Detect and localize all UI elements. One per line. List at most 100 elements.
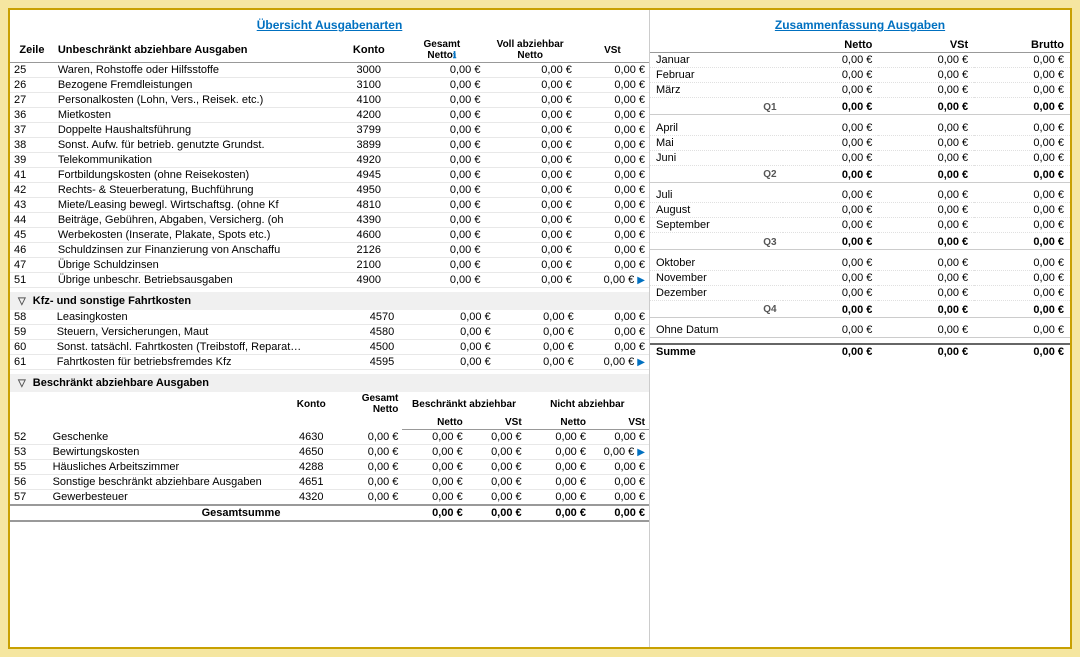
desc-cell: Fortbildungskosten (ohne Reisekosten) bbox=[54, 168, 339, 183]
month-brutto: 0,00 € bbox=[974, 188, 1070, 203]
month-brutto: 0,00 € bbox=[974, 121, 1070, 136]
desc-cell: Geschenke bbox=[49, 430, 285, 445]
g-netto-cell: 0,00 € bbox=[338, 490, 402, 506]
ohne-datum-row: Ohne Datum 0,00 € 0,00 € 0,00 € bbox=[650, 323, 1070, 338]
month-vst: 0,00 € bbox=[878, 270, 974, 285]
month-brutto: 0,00 € bbox=[974, 203, 1070, 218]
g-netto-cell: 0,00 € bbox=[399, 198, 484, 213]
konto-cell: 4651 bbox=[284, 475, 338, 490]
month-label: Mai bbox=[650, 135, 783, 150]
zeile-cell: 47 bbox=[10, 258, 54, 273]
kfz-collapse-icon[interactable]: ▽ bbox=[18, 296, 26, 307]
month-brutto: 0,00 € bbox=[974, 270, 1070, 285]
summe-vst: 0,00 € bbox=[878, 344, 974, 359]
month-vst: 0,00 € bbox=[878, 121, 974, 136]
month-row-Mai: Mai 0,00 € 0,00 € 0,00 € bbox=[650, 135, 1070, 150]
g-netto-cell: 0,00 € bbox=[412, 355, 495, 370]
desc-cell: Mietkosten bbox=[54, 108, 339, 123]
kfz-row-3: 61 Fahrtkosten für betriebsfremdes Kfz 4… bbox=[10, 355, 649, 370]
zeile-cell: 61 bbox=[10, 355, 53, 370]
month-label: Januar bbox=[650, 53, 783, 68]
v-vst-cell: 0,00 € bbox=[576, 213, 649, 228]
col-voll-vst-header: VSt bbox=[576, 38, 649, 63]
desc-cell: Personalkosten (Lohn, Vers., Reisek. etc… bbox=[54, 93, 339, 108]
v-netto-cell: 0,00 € bbox=[484, 258, 575, 273]
beschr-collapse-icon[interactable]: ▽ bbox=[18, 378, 26, 389]
gesamtsumme-val2: 0,00 € bbox=[467, 505, 526, 521]
month-netto: 0,00 € bbox=[783, 135, 879, 150]
desc-cell: Leasingkosten bbox=[53, 310, 353, 325]
konto-cell: 4100 bbox=[338, 93, 399, 108]
konto-cell: 3799 bbox=[338, 123, 399, 138]
desc-cell: Gewerbesteuer bbox=[49, 490, 285, 506]
main-row-1: 26 Bezogene Fremdleistungen 3100 0,00 € … bbox=[10, 78, 649, 93]
quarter-row-Q2: Q2 0,00 € 0,00 € 0,00 € bbox=[650, 168, 1070, 183]
b-netto-cell: 0,00 € bbox=[402, 430, 466, 445]
month-brutto: 0,00 € bbox=[974, 256, 1070, 271]
konto-cell: 4500 bbox=[352, 340, 411, 355]
g-netto-cell: 0,00 € bbox=[412, 340, 495, 355]
zeile-cell: 60 bbox=[10, 340, 53, 355]
col-zeile-header: Zeile bbox=[10, 38, 54, 63]
summe-label: Summe bbox=[650, 344, 783, 359]
b-netto-cell: 0,00 € bbox=[402, 490, 466, 506]
zeile-cell: 38 bbox=[10, 138, 54, 153]
right-header-row: Netto VSt Brutto bbox=[650, 38, 1070, 53]
desc-cell: Beiträge, Gebühren, Abgaben, Versicherg.… bbox=[54, 213, 339, 228]
zeile-cell: 36 bbox=[10, 108, 54, 123]
month-vst: 0,00 € bbox=[878, 285, 974, 300]
kfz-rows-table: 58 Leasingkosten 4570 0,00 € 0,00 € 0,00… bbox=[10, 310, 649, 370]
v-netto-cell: 0,00 € bbox=[484, 168, 575, 183]
zeile-cell: 58 bbox=[10, 310, 53, 325]
summe-row: Summe 0,00 € 0,00 € 0,00 € bbox=[650, 344, 1070, 359]
month-brutto: 0,00 € bbox=[974, 135, 1070, 150]
beschr-subheader-row: Konto GesamtNetto Beschränkt abziehbar N… bbox=[10, 392, 649, 416]
main-row-4: 37 Doppelte Haushaltsführung 3799 0,00 €… bbox=[10, 123, 649, 138]
v-netto-cell: 0,00 € bbox=[484, 198, 575, 213]
main-container: Übersicht Ausgabenarten Zeile Unbeschrän… bbox=[8, 8, 1072, 649]
v-netto-cell: 0,00 € bbox=[484, 138, 575, 153]
month-vst: 0,00 € bbox=[878, 203, 974, 218]
kfz-row-1: 59 Steuern, Versicherungen, Maut 4580 0,… bbox=[10, 325, 649, 340]
desc-cell: Schuldzinsen zur Finanzierung von Anscha… bbox=[54, 243, 339, 258]
beschr-row-3: 56 Sonstige beschränkt abziehbare Ausgab… bbox=[10, 475, 649, 490]
g-netto-cell: 0,00 € bbox=[399, 243, 484, 258]
right-netto-header: Netto bbox=[783, 38, 879, 53]
month-row-Oktober: Oktober 0,00 € 0,00 € 0,00 € bbox=[650, 256, 1070, 271]
b-netto-cell: 0,00 € bbox=[402, 445, 466, 460]
konto-cell: 4650 bbox=[284, 445, 338, 460]
right-brutto-header: Brutto bbox=[974, 38, 1070, 53]
v-netto-cell: 0,00 € bbox=[495, 325, 578, 340]
v-netto-cell: 0,00 € bbox=[495, 310, 578, 325]
desc-cell: Übrige Schuldzinsen bbox=[54, 258, 339, 273]
month-brutto: 0,00 € bbox=[974, 218, 1070, 233]
gesamtsumme-row: Gesamtsumme 0,00 € 0,00 € 0,00 € 0,00 € bbox=[10, 505, 649, 521]
konto-cell: 4390 bbox=[338, 213, 399, 228]
col-konto-header: Konto bbox=[338, 38, 399, 63]
v-vst-cell: 0,00 € bbox=[576, 258, 649, 273]
month-label: April bbox=[650, 121, 783, 136]
desc-cell: Werbekosten (Inserate, Plakate, Spots et… bbox=[54, 228, 339, 243]
main-row-8: 42 Rechts- & Steuerberatung, Buchführung… bbox=[10, 183, 649, 198]
month-vst: 0,00 € bbox=[878, 68, 974, 83]
v-netto-cell: 0,00 € bbox=[495, 355, 578, 370]
b-vst-cell: 0,00 € bbox=[467, 460, 526, 475]
col-gesamt-netto-header: GesamtNettoℹ bbox=[399, 38, 484, 63]
zeile-cell: 52 bbox=[10, 430, 49, 445]
month-netto: 0,00 € bbox=[783, 256, 879, 271]
g-netto-cell: 0,00 € bbox=[399, 228, 484, 243]
konto-cell: 4580 bbox=[352, 325, 411, 340]
month-brutto: 0,00 € bbox=[974, 53, 1070, 68]
quarter-label: Q3 bbox=[650, 235, 783, 250]
arrow-icon: ▶ bbox=[637, 357, 645, 368]
quarter-brutto: 0,00 € bbox=[974, 100, 1070, 115]
n-netto-cell: 0,00 € bbox=[526, 445, 590, 460]
konto-cell: 4945 bbox=[338, 168, 399, 183]
main-row-5: 38 Sonst. Aufw. für betrieb. genutzte Gr… bbox=[10, 138, 649, 153]
right-tbody: Januar 0,00 € 0,00 € 0,00 € Februar 0,00… bbox=[650, 53, 1070, 324]
beschr-table: ▽ Beschränkt abziehbare Ausgaben Konto G… bbox=[10, 374, 649, 430]
n-netto-cell: 0,00 € bbox=[526, 460, 590, 475]
v-vst-cell: 0,00 € bbox=[576, 78, 649, 93]
konto-cell: 4200 bbox=[338, 108, 399, 123]
kfz-group-label: Kfz- und sonstige Fahrtkosten bbox=[33, 295, 191, 307]
